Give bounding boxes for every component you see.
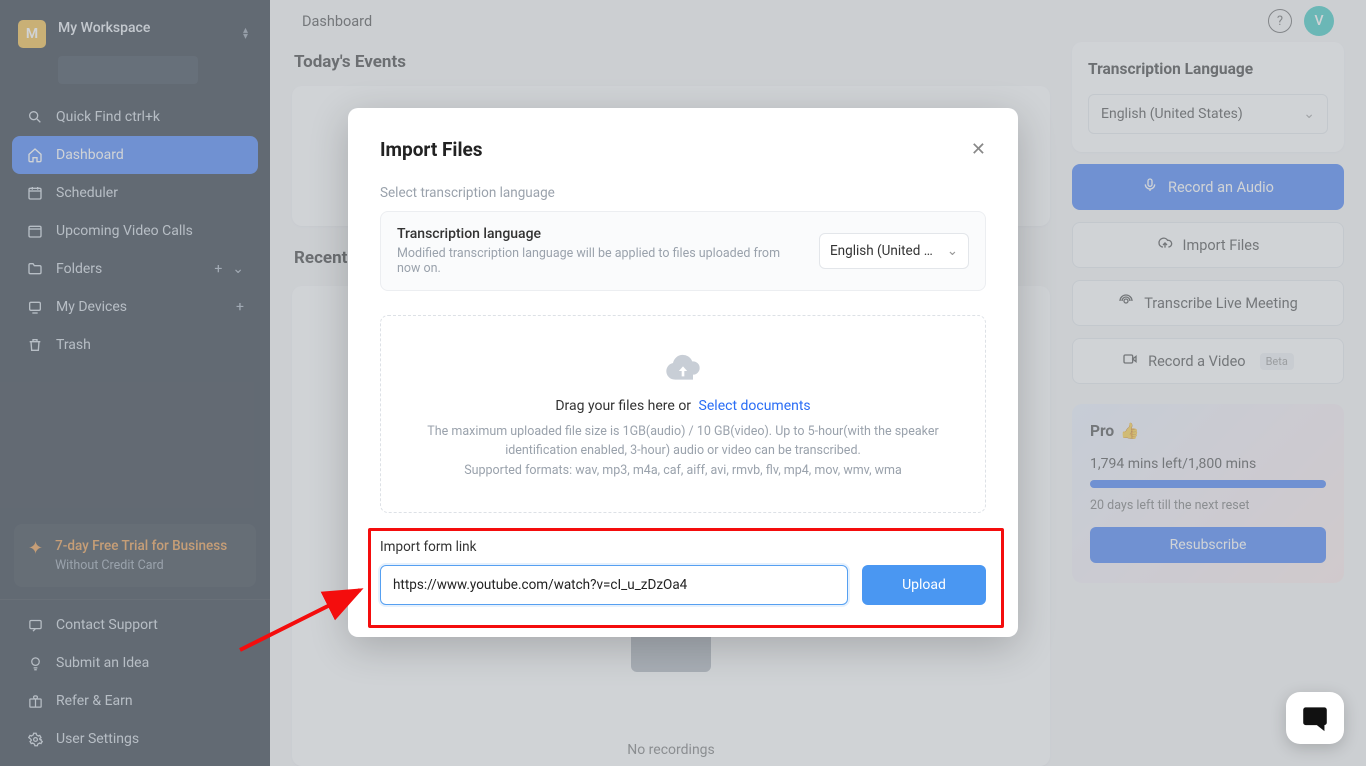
upload-button[interactable]: Upload (862, 565, 986, 605)
import-files-modal: Import Files ✕ Select transcription lang… (348, 108, 1018, 637)
chat-widget[interactable] (1286, 692, 1344, 744)
import-link-input[interactable] (380, 565, 848, 605)
import-from-link-section: Import form link Upload (380, 539, 986, 605)
modal-language-note: Modified transcription language will be … (397, 246, 803, 276)
select-language-label: Select transcription language (380, 185, 986, 201)
modal-title: Import Files (380, 138, 483, 161)
modal-language-select[interactable]: English (United S... ⌄ (819, 233, 969, 269)
upload-cloud-icon (661, 348, 705, 382)
import-link-label: Import form link (380, 539, 986, 555)
select-documents-link[interactable]: Select documents (699, 398, 811, 414)
modal-language-row: Transcription language Modified transcri… (380, 211, 986, 291)
chat-bubble-icon (1301, 704, 1329, 732)
file-drop-zone[interactable]: Drag your files here or Select documents… (380, 315, 986, 513)
modal-language-select-value: English (United S... (830, 243, 941, 259)
modal-language-label: Transcription language (397, 226, 803, 242)
close-icon[interactable]: ✕ (971, 139, 986, 160)
chevron-down-icon: ⌄ (947, 243, 958, 259)
drag-files-text: Drag your files here or Select documents (555, 398, 810, 414)
upload-limits-text: The maximum uploaded file size is 1GB(au… (401, 422, 965, 480)
